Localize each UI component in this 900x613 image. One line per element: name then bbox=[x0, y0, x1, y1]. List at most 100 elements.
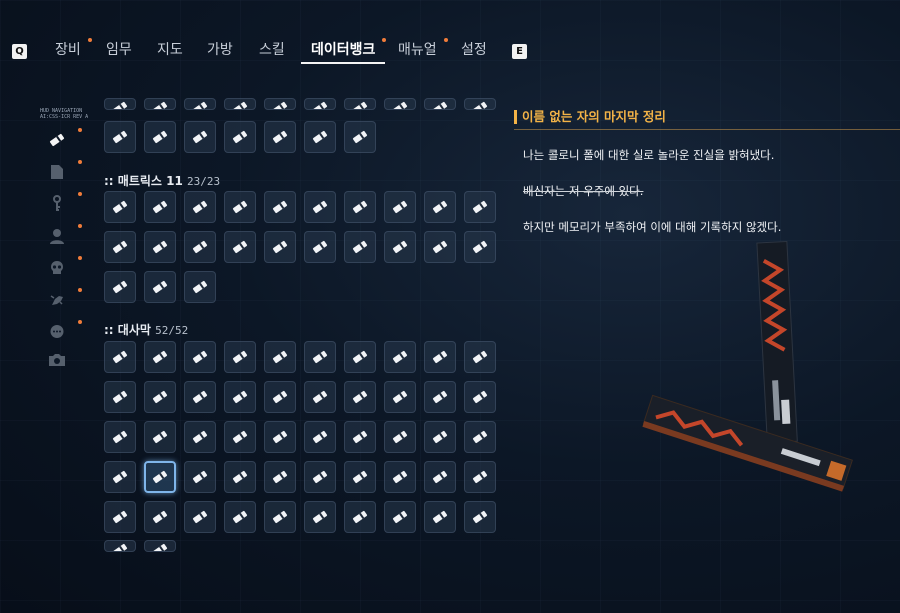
memory-tile-desert[interactable] bbox=[144, 381, 176, 413]
memory-tile-matrix[interactable] bbox=[424, 191, 456, 223]
memory-tile-matrix[interactable] bbox=[384, 191, 416, 223]
memory-tile-matrix[interactable] bbox=[144, 271, 176, 303]
memory-tile-previous-section[interactable] bbox=[304, 98, 336, 110]
memory-tile-matrix[interactable] bbox=[464, 191, 496, 223]
memory-tile-desert[interactable] bbox=[304, 421, 336, 453]
memory-tile-desert[interactable] bbox=[304, 381, 336, 413]
tab-map[interactable]: 지도 bbox=[157, 40, 183, 64]
memory-tile-desert[interactable] bbox=[144, 341, 176, 373]
skull-icon[interactable] bbox=[47, 258, 67, 278]
memory-tile-previous-section[interactable] bbox=[184, 98, 216, 110]
memory-tile-matrix[interactable] bbox=[464, 231, 496, 263]
memory-tile-previous-section[interactable] bbox=[104, 121, 136, 153]
memory-tile-previous-section[interactable] bbox=[424, 98, 456, 110]
memory-tile-desert[interactable] bbox=[264, 461, 296, 493]
creature-icon[interactable] bbox=[47, 290, 67, 310]
memory-tile-matrix[interactable] bbox=[304, 191, 336, 223]
memory-tile-matrix[interactable] bbox=[184, 271, 216, 303]
tab-manual[interactable]: 매뉴얼 bbox=[398, 40, 437, 64]
memory-tile-previous-section[interactable] bbox=[344, 121, 376, 153]
memory-tile-desert[interactable] bbox=[264, 381, 296, 413]
memory-tile-matrix[interactable] bbox=[184, 231, 216, 263]
memory-tile-desert[interactable] bbox=[184, 341, 216, 373]
memory-tile-matrix[interactable] bbox=[344, 191, 376, 223]
memory-tile-previous-section[interactable] bbox=[144, 121, 176, 153]
memory-tile-desert[interactable] bbox=[104, 501, 136, 533]
tab-skills[interactable]: 스킬 bbox=[259, 40, 285, 64]
memory-tile-desert[interactable] bbox=[224, 461, 256, 493]
memory-tile-desert[interactable] bbox=[304, 501, 336, 533]
memory-tile-desert[interactable] bbox=[344, 461, 376, 493]
next-tab-key[interactable]: E bbox=[512, 44, 527, 59]
memory-tile-previous-section[interactable] bbox=[384, 98, 416, 110]
memory-tile-desert[interactable] bbox=[184, 461, 216, 493]
tab-settings[interactable]: 설정 bbox=[461, 40, 487, 64]
memory-tile-desert[interactable] bbox=[344, 501, 376, 533]
memory-tile-previous-section[interactable] bbox=[104, 98, 136, 110]
memory-tile-previous-section[interactable] bbox=[464, 98, 496, 110]
memory-tile-previous-section[interactable] bbox=[224, 121, 256, 153]
memory-tile-desert[interactable] bbox=[384, 501, 416, 533]
memory-tile-desert[interactable] bbox=[464, 501, 496, 533]
memory-tile-desert[interactable] bbox=[464, 341, 496, 373]
memory-tile-matrix[interactable] bbox=[104, 191, 136, 223]
memory-tile-matrix[interactable] bbox=[144, 191, 176, 223]
memory-tile-desert[interactable] bbox=[184, 501, 216, 533]
key-icon[interactable] bbox=[47, 194, 67, 214]
memory-tile-desert[interactable] bbox=[304, 341, 336, 373]
camera-icon[interactable] bbox=[47, 350, 67, 370]
memory-tile-matrix[interactable] bbox=[264, 231, 296, 263]
memory-tile-desert[interactable] bbox=[264, 501, 296, 533]
memory-tile-desert[interactable] bbox=[424, 381, 456, 413]
memory-tile-previous-section[interactable] bbox=[224, 98, 256, 110]
memory-tile-desert[interactable] bbox=[384, 421, 416, 453]
memory-tile-selected[interactable] bbox=[144, 461, 176, 493]
memory-tile-matrix[interactable] bbox=[104, 231, 136, 263]
memory-tile-desert[interactable] bbox=[184, 381, 216, 413]
memory-tile-matrix[interactable] bbox=[424, 231, 456, 263]
memory-tile-desert[interactable] bbox=[344, 341, 376, 373]
memory-tile-matrix[interactable] bbox=[104, 271, 136, 303]
memory-tile-desert[interactable] bbox=[224, 501, 256, 533]
memory-tile-previous-section[interactable] bbox=[264, 121, 296, 153]
document-icon[interactable] bbox=[47, 162, 67, 182]
memory-tile-matrix[interactable] bbox=[384, 231, 416, 263]
memory-tile-desert[interactable] bbox=[264, 341, 296, 373]
memory-tile-previous-section[interactable] bbox=[264, 98, 296, 110]
memory-tile-previous-section[interactable] bbox=[184, 121, 216, 153]
memory-tile-desert[interactable] bbox=[384, 341, 416, 373]
memory-tile-previous-section[interactable] bbox=[304, 121, 336, 153]
prev-tab-key[interactable]: Q bbox=[12, 44, 27, 59]
memory-tile-desert[interactable] bbox=[384, 461, 416, 493]
chat-bubble-icon[interactable] bbox=[47, 322, 67, 342]
memory-tile-previous-section[interactable] bbox=[344, 98, 376, 110]
memory-tile-desert[interactable] bbox=[264, 421, 296, 453]
memory-tile-desert[interactable] bbox=[424, 461, 456, 493]
memory-tile-desert[interactable] bbox=[464, 461, 496, 493]
memory-tile-desert[interactable] bbox=[104, 540, 136, 552]
memory-tile-matrix[interactable] bbox=[304, 231, 336, 263]
memory-tile-matrix[interactable] bbox=[344, 231, 376, 263]
memory-tile-desert[interactable] bbox=[144, 421, 176, 453]
memory-tile-desert[interactable] bbox=[104, 461, 136, 493]
memory-tile-desert[interactable] bbox=[344, 421, 376, 453]
tab-databank[interactable]: 데이터뱅크 bbox=[300, 40, 386, 64]
memory-tile-desert[interactable] bbox=[104, 421, 136, 453]
memory-chip-icon[interactable] bbox=[47, 130, 67, 150]
memory-tile-desert[interactable] bbox=[304, 461, 336, 493]
memory-tile-desert[interactable] bbox=[384, 381, 416, 413]
memory-tile-matrix[interactable] bbox=[144, 231, 176, 263]
person-icon[interactable] bbox=[47, 226, 67, 246]
memory-tile-desert[interactable] bbox=[464, 381, 496, 413]
memory-tile-desert[interactable] bbox=[344, 381, 376, 413]
memory-tile-desert[interactable] bbox=[424, 341, 456, 373]
memory-tile-matrix[interactable] bbox=[224, 231, 256, 263]
memory-tile-matrix[interactable] bbox=[184, 191, 216, 223]
memory-tile-desert[interactable] bbox=[464, 421, 496, 453]
tab-bag[interactable]: 가방 bbox=[207, 40, 233, 64]
memory-tile-desert[interactable] bbox=[104, 381, 136, 413]
memory-tile-previous-section[interactable] bbox=[144, 98, 176, 110]
tab-equipment[interactable]: 장비 bbox=[55, 40, 81, 64]
memory-tile-matrix[interactable] bbox=[224, 191, 256, 223]
memory-tile-desert[interactable] bbox=[144, 540, 176, 552]
